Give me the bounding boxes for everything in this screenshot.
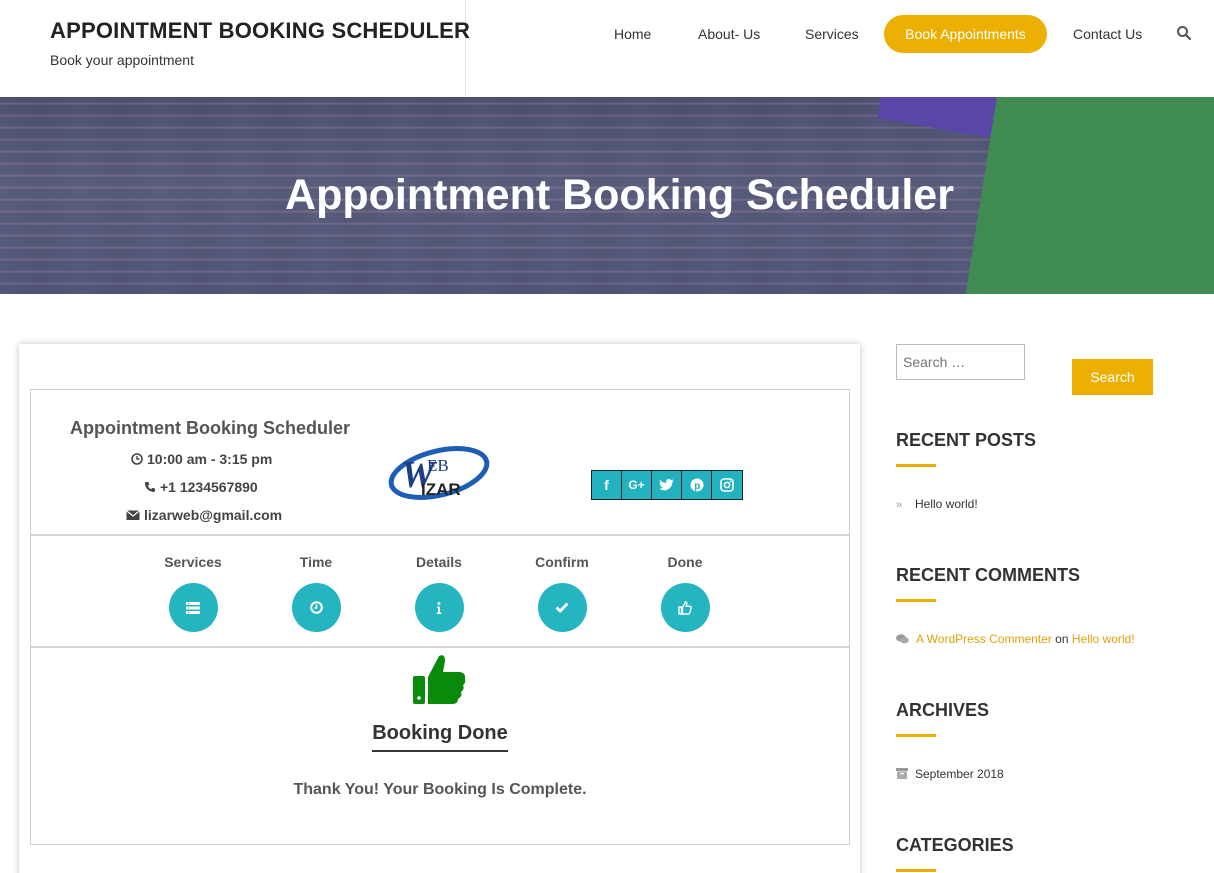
google-plus-icon[interactable]: G+ — [622, 471, 652, 499]
sidebar-search-input[interactable] — [896, 344, 1025, 380]
recent-comments-title: RECENT COMMENTS — [896, 565, 1080, 585]
info-icon — [414, 583, 464, 632]
business-hours-text: 10:00 am - 3:15 pm — [147, 451, 273, 467]
thumbs-up-icon — [660, 583, 710, 632]
step-label: Details — [416, 554, 462, 570]
instagram-icon[interactable] — [712, 471, 742, 499]
widget-divider — [896, 734, 936, 737]
logo-text-top: EB — [427, 456, 449, 475]
facebook-icon[interactable]: f — [592, 471, 622, 499]
hero-banner: Appointment Booking Scheduler — [0, 97, 1214, 294]
nav-home[interactable]: Home — [614, 15, 651, 53]
booking-done-title-text: Booking Done — [372, 722, 508, 752]
archives-title: ARCHIVES — [896, 700, 990, 720]
site-tagline: Book your appointment — [50, 52, 194, 68]
business-name: Appointment Booking Scheduler — [70, 418, 351, 438]
twitter-icon[interactable] — [652, 471, 682, 499]
comment-post-link[interactable]: Hello world! — [1072, 632, 1135, 646]
step-time[interactable]: Time — [266, 538, 366, 632]
recent-post-item[interactable]: » Hello world! — [896, 497, 978, 511]
sidebar-search-button[interactable]: Search — [1072, 359, 1153, 395]
step-label: Services — [164, 554, 222, 570]
step-label: Time — [299, 554, 333, 570]
clock-icon — [131, 453, 143, 465]
step-services[interactable]: Services — [143, 538, 243, 632]
svg-text:p: p — [694, 481, 700, 492]
booking-done-title: Booking Done — [31, 722, 849, 752]
widget-divider — [896, 464, 936, 467]
thumbs-up-icon — [413, 655, 466, 704]
recent-comment-item: A WordPress Commenter on Hello world! — [896, 632, 1135, 646]
archive-item[interactable]: September 2018 — [896, 767, 1004, 781]
nav-services[interactable]: Services — [805, 15, 859, 53]
check-icon — [537, 583, 587, 632]
nav-contact-us[interactable]: Contact Us — [1073, 15, 1142, 53]
step-label: Done — [667, 554, 703, 570]
comments-icon — [896, 634, 909, 644]
booking-panel: Appointment Booking Scheduler 10:00 am -… — [30, 389, 850, 845]
recent-post-link[interactable]: Hello world! — [915, 497, 978, 511]
categories-title: CATEGORIES — [896, 835, 1014, 855]
business-phone: +1 1234567890 — [144, 479, 258, 495]
step-label: Confirm — [535, 554, 589, 570]
step-details[interactable]: Details — [389, 538, 489, 632]
social-links: f G+ p — [591, 470, 743, 500]
booking-done-message: Thank You! Your Booking Is Complete. — [293, 781, 587, 798]
business-email: lizarweb@gmail.com — [126, 507, 282, 523]
envelope-icon — [126, 510, 140, 520]
step-confirm[interactable]: Confirm — [512, 538, 612, 632]
pinterest-icon[interactable]: p — [682, 471, 712, 499]
step-done[interactable]: Done — [635, 538, 735, 632]
comment-author-link[interactable]: A WordPress Commenter — [916, 632, 1052, 646]
archive-link[interactable]: September 2018 — [915, 767, 1004, 781]
list-icon — [168, 583, 218, 632]
comment-on-text: on — [1055, 632, 1069, 646]
nav-about-us[interactable]: About- Us — [698, 15, 760, 53]
booking-card: Appointment Booking Scheduler 10:00 am -… — [19, 344, 860, 873]
recent-posts-title: RECENT POSTS — [896, 430, 1037, 450]
widget-divider — [896, 869, 936, 872]
business-phone-text: +1 1234567890 — [160, 479, 258, 495]
business-info: Appointment Booking Scheduler 10:00 am -… — [31, 390, 849, 536]
hero-title: Appointment Booking Scheduler — [285, 171, 954, 219]
phone-icon — [145, 482, 155, 492]
lizarweb-logo: W EB IZAR — [388, 446, 490, 500]
business-hours: 10:00 am - 3:15 pm — [131, 451, 272, 467]
chevron-right-icon: » — [896, 499, 903, 511]
clock-icon — [291, 583, 341, 632]
site-header: APPOINTMENT BOOKING SCHEDULER Book your … — [0, 0, 1214, 97]
booking-done-section: Booking Done Thank You! Your Booking Is … — [31, 650, 849, 844]
widget-divider — [896, 599, 936, 602]
business-email-text: lizarweb@gmail.com — [144, 507, 283, 523]
nav-book-appointments[interactable]: Book Appointments — [884, 15, 1047, 53]
booking-steps: Services Time Details Confirm Done — [31, 538, 849, 648]
logo-text-bottom: IZAR — [421, 480, 461, 499]
main-nav: Home About- Us Services Book Appointment… — [0, 15, 1214, 53]
archive-icon — [896, 768, 908, 779]
search-icon[interactable] — [1176, 25, 1192, 41]
